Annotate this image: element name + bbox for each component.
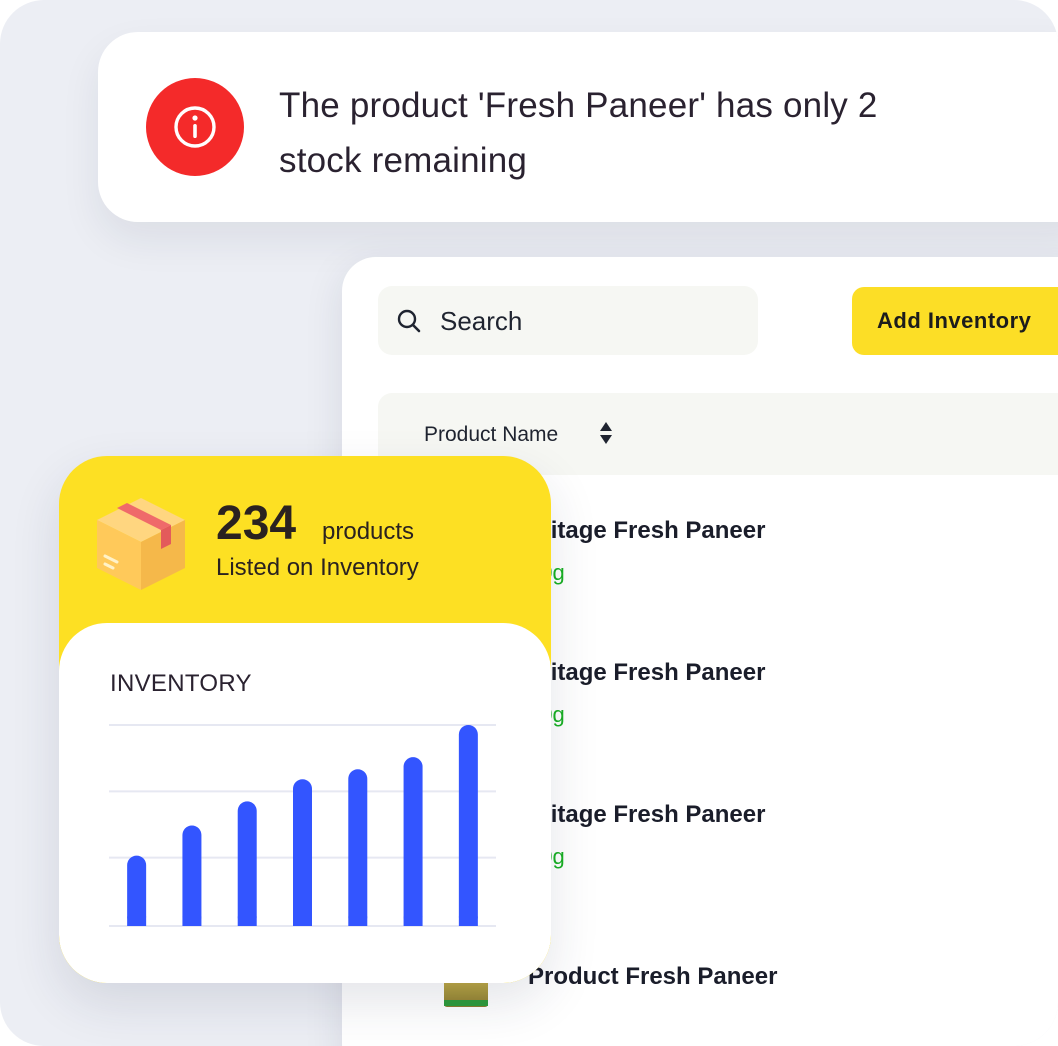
app-canvas: The product 'Fresh Paneer' has only 2 st… bbox=[0, 0, 1058, 1046]
chart-bar-base bbox=[458, 916, 478, 926]
table-row[interactable]: eritage Fresh Paneer 00g bbox=[528, 799, 1028, 873]
chart-bar bbox=[293, 779, 312, 926]
notification-line-1: The product 'Fresh Paneer' has only 2 bbox=[279, 86, 878, 125]
search-input[interactable]: Search bbox=[378, 286, 758, 355]
notification-line-2: stock remaining bbox=[279, 141, 528, 180]
inventory-chart: INVENTORY bbox=[59, 623, 551, 983]
package-box-icon bbox=[97, 498, 185, 590]
notification-message: The product 'Fresh Paneer' has only 2 st… bbox=[279, 78, 979, 188]
table-row[interactable]: eritage Fresh Paneer 50g bbox=[528, 657, 1028, 731]
table-row[interactable]: eritage Fresh Paneer 00g bbox=[528, 515, 1028, 589]
product-name: eritage Fresh Paneer bbox=[528, 517, 766, 544]
product-weight: 00g bbox=[528, 557, 1028, 589]
low-stock-notification: The product 'Fresh Paneer' has only 2 st… bbox=[98, 32, 1058, 222]
inventory-stats-card: 234 products Listed on Inventory INVENTO… bbox=[59, 456, 551, 983]
product-count: 234 bbox=[216, 497, 297, 550]
product-name: eritage Fresh Paneer bbox=[528, 659, 766, 686]
product-name[interactable]: Product Fresh Paneer bbox=[528, 963, 777, 991]
product-weight: 50g bbox=[528, 699, 1028, 731]
product-name: eritage Fresh Paneer bbox=[528, 801, 766, 828]
add-inventory-button[interactable]: Add Inventory bbox=[852, 287, 1058, 355]
search-icon bbox=[397, 309, 421, 333]
chart-bar bbox=[348, 769, 368, 926]
chart-bar-base bbox=[182, 916, 202, 926]
inventory-bar-chart bbox=[109, 724, 496, 927]
chart-bar-base bbox=[348, 916, 368, 926]
product-count-unit: products bbox=[322, 518, 415, 545]
product-weight: 00g bbox=[528, 841, 1028, 873]
info-icon bbox=[146, 78, 244, 176]
product-count-subtitle: Listed on Inventory bbox=[216, 554, 419, 581]
sort-icon[interactable] bbox=[598, 420, 614, 446]
product-thumbnail-base bbox=[444, 1000, 488, 1006]
column-header-product-name[interactable]: Product Name bbox=[424, 423, 558, 447]
chart-bar-base bbox=[403, 916, 423, 926]
chart-bar bbox=[237, 801, 257, 926]
chart-bar-base bbox=[127, 916, 147, 926]
chart-bar bbox=[182, 825, 202, 926]
chart-bar bbox=[458, 725, 478, 926]
chart-bar bbox=[403, 757, 423, 926]
chart-bar-base bbox=[293, 916, 312, 926]
chart-bar-base bbox=[237, 916, 257, 926]
search-placeholder: Search bbox=[440, 306, 523, 336]
chart-bar bbox=[127, 855, 147, 926]
